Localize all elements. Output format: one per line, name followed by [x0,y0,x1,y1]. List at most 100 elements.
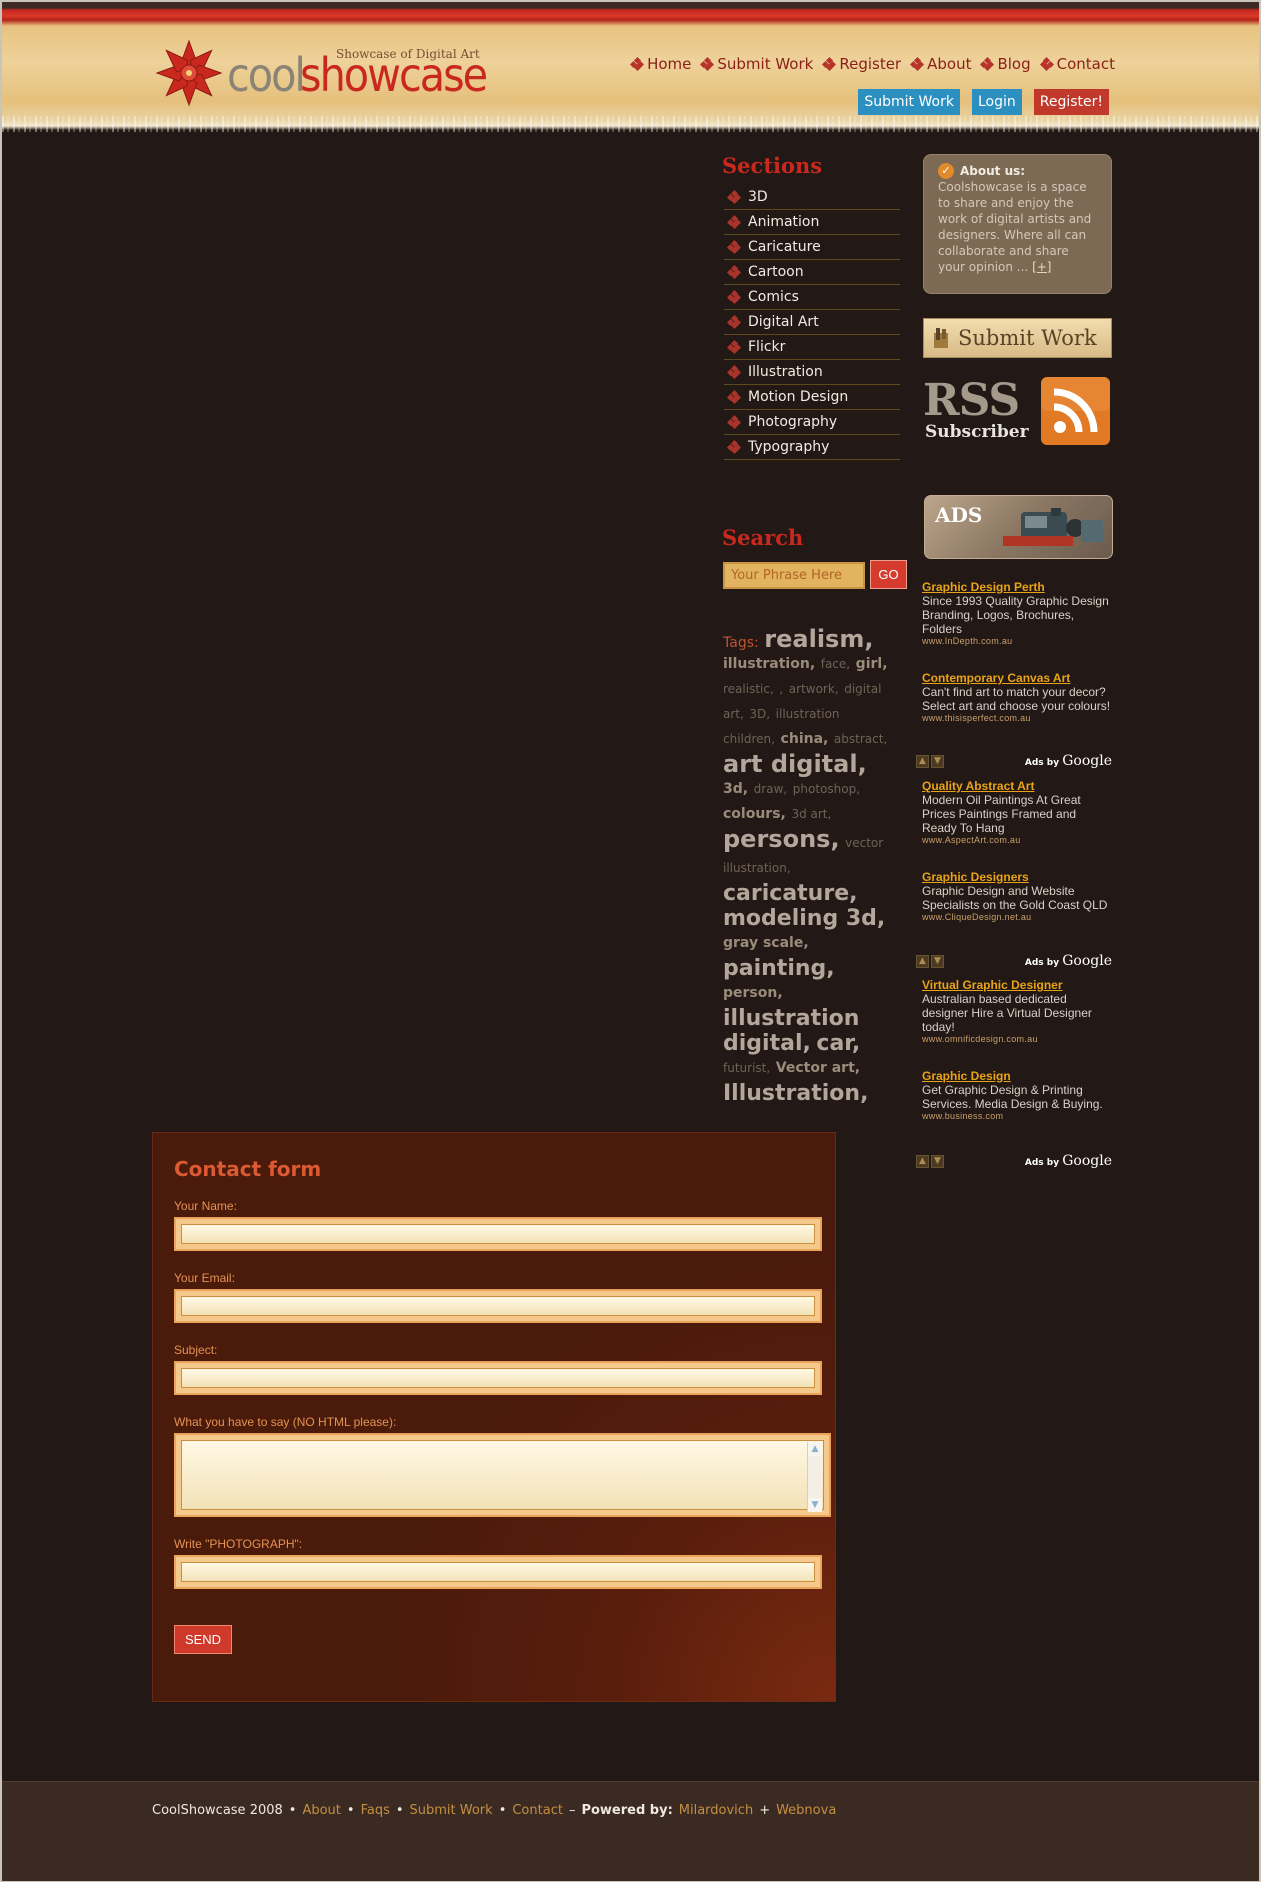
nav-blog[interactable]: Blog [980,55,1031,73]
nav-contact[interactable]: Contact [1039,55,1115,73]
search-go-button[interactable]: GO [870,560,907,589]
message-textarea[interactable] [181,1440,824,1510]
subject-input[interactable] [181,1368,815,1388]
scroll-up-arrow-icon[interactable]: ▲ [808,1442,822,1456]
tag-link[interactable]: futurist, [723,1061,770,1075]
tag-link[interactable]: painting, [723,956,835,981]
footer-credit-milardovich[interactable]: Milardovich [679,1803,753,1818]
ads-by-google[interactable]: Ads by Google [1025,1153,1112,1169]
tag-link[interactable]: illustration, [723,656,815,672]
section-item-digital-art[interactable]: Digital Art [724,310,900,335]
diamond-bullet-icon [910,56,925,72]
logo-word-showcase[interactable]: showcase [300,52,488,98]
tag-link[interactable]: abstract, [834,732,887,746]
tag-link[interactable]: realistic, [723,682,774,696]
search-input[interactable] [723,562,865,589]
tag-link[interactable]: caricature, [723,881,857,906]
tag-link[interactable]: face, [821,657,850,671]
section-item-flickr[interactable]: Flickr [724,335,900,360]
tag-link[interactable]: modeling 3d, [723,906,885,931]
tag-link[interactable]: photoshop, [793,782,860,796]
ads-banner[interactable]: ADS [924,495,1113,559]
section-item-cartoon[interactable]: Cartoon [724,260,900,285]
section-item-motion-design[interactable]: Motion Design [724,385,900,410]
ad-prev-arrow-icon[interactable]: ▲ [916,955,929,968]
login-button[interactable]: Login [971,89,1022,115]
ad-prev-arrow-icon[interactable]: ▲ [916,755,929,768]
message-scrollbar[interactable]: ▲ ▼ [807,1442,822,1512]
footer-link-contact[interactable]: Contact [512,1803,563,1818]
tag-link[interactable]: draw, [754,782,788,796]
nav-submit-work[interactable]: Submit Work [700,55,813,73]
ads-by-google[interactable]: Ads by Google [1025,753,1112,769]
tags-label: Tags: [723,635,759,651]
tag-link[interactable]: china, [781,731,829,747]
diamond-bullet-icon [726,264,742,280]
submit-work-banner[interactable]: Submit Work [923,318,1112,358]
section-label: Comics [748,289,799,305]
tag-link[interactable]: persons, [723,825,840,853]
ad-url[interactable]: www.CliqueDesign.net.au [922,912,1112,922]
about-more-link[interactable]: [+] [1032,260,1051,274]
tag-link[interactable]: 3d, [723,781,748,797]
tag-link[interactable]: Illustration, [723,1081,868,1106]
ad-title[interactable]: Virtual Graphic Designer [922,978,1112,992]
ad-prev-arrow-icon[interactable]: ▲ [916,1155,929,1168]
tag-link[interactable]: 3d art, [791,807,831,821]
tag-link[interactable]: gray scale, [723,935,809,951]
footer-link-submit-work[interactable]: Submit Work [410,1803,493,1818]
ad-title[interactable]: Graphic Designers [922,870,1112,884]
logo-word-cool[interactable]: cool [227,52,306,98]
tag-link[interactable]: Vector art, [776,1060,860,1076]
ads-footer: ▲ ▼ Ads by Google [916,1153,1112,1169]
section-item-comics[interactable]: Comics [724,285,900,310]
footer-link-about[interactable]: About [302,1803,340,1818]
tag-link[interactable]: 3D, [749,707,770,721]
ad-title[interactable]: Contemporary Canvas Art [922,671,1112,685]
section-item-3d[interactable]: 3D [724,185,900,210]
ad-title[interactable]: Graphic Design Perth [922,580,1112,594]
tag-link[interactable]: artwork, [789,682,839,696]
ad-next-arrow-icon[interactable]: ▼ [931,1155,944,1168]
ad-title[interactable]: Graphic Design [922,1069,1112,1083]
tag-link[interactable]: realism, [764,625,873,653]
section-item-animation[interactable]: Animation [724,210,900,235]
send-button[interactable]: SEND [174,1625,232,1654]
section-item-caricature[interactable]: Caricature [724,235,900,260]
tag-link[interactable]: , [779,682,783,696]
section-item-photography[interactable]: Photography [724,410,900,435]
register-button[interactable]: Register! [1033,89,1109,115]
rss-subscriber-banner[interactable]: RSS Subscriber [923,375,1112,445]
tag-link[interactable]: girl, [856,656,888,672]
rss-icon [1041,377,1110,445]
subject-field-frame [174,1361,822,1395]
footer-credit-webnova[interactable]: Webnova [776,1803,836,1818]
name-input[interactable] [181,1224,815,1244]
section-item-illustration[interactable]: Illustration [724,360,900,385]
ad-next-arrow-icon[interactable]: ▼ [931,955,944,968]
tag-link[interactable]: car, [816,1031,860,1056]
ad-desc: Australian based dedicated designer Hire… [922,992,1092,1034]
tag-link[interactable]: colours, [723,806,786,822]
captcha-input[interactable] [181,1562,815,1582]
email-field-frame [174,1289,822,1323]
nav-about[interactable]: About [910,55,971,73]
ad-next-arrow-icon[interactable]: ▼ [931,755,944,768]
nav-home[interactable]: Home [630,55,691,73]
footer-link-faqs[interactable]: Faqs [361,1803,390,1818]
scroll-down-arrow-icon[interactable]: ▼ [808,1498,822,1512]
nav-register[interactable]: Register [822,55,901,73]
section-item-typography[interactable]: Typography [724,435,900,460]
footer-line: CoolShowcase 2008 • About • Faqs • Submi… [152,1803,836,1818]
ad-url[interactable]: www.InDepth.com.au [922,636,1112,646]
ad-url[interactable]: www.omnificdesign.com.au [922,1034,1112,1044]
tag-link[interactable]: art digital, [723,750,867,778]
ad-url[interactable]: www.business.com [922,1111,1112,1121]
ad-url[interactable]: www.thisisperfect.com.au [922,713,1112,723]
submit-work-button[interactable]: Submit Work [858,89,960,115]
ad-url[interactable]: www.AspectArt.com.au [922,835,1112,845]
ads-by-google[interactable]: Ads by Google [1025,953,1112,969]
ad-title[interactable]: Quality Abstract Art [922,779,1112,793]
tag-link[interactable]: person, [723,985,783,1001]
email-input[interactable] [181,1296,815,1316]
